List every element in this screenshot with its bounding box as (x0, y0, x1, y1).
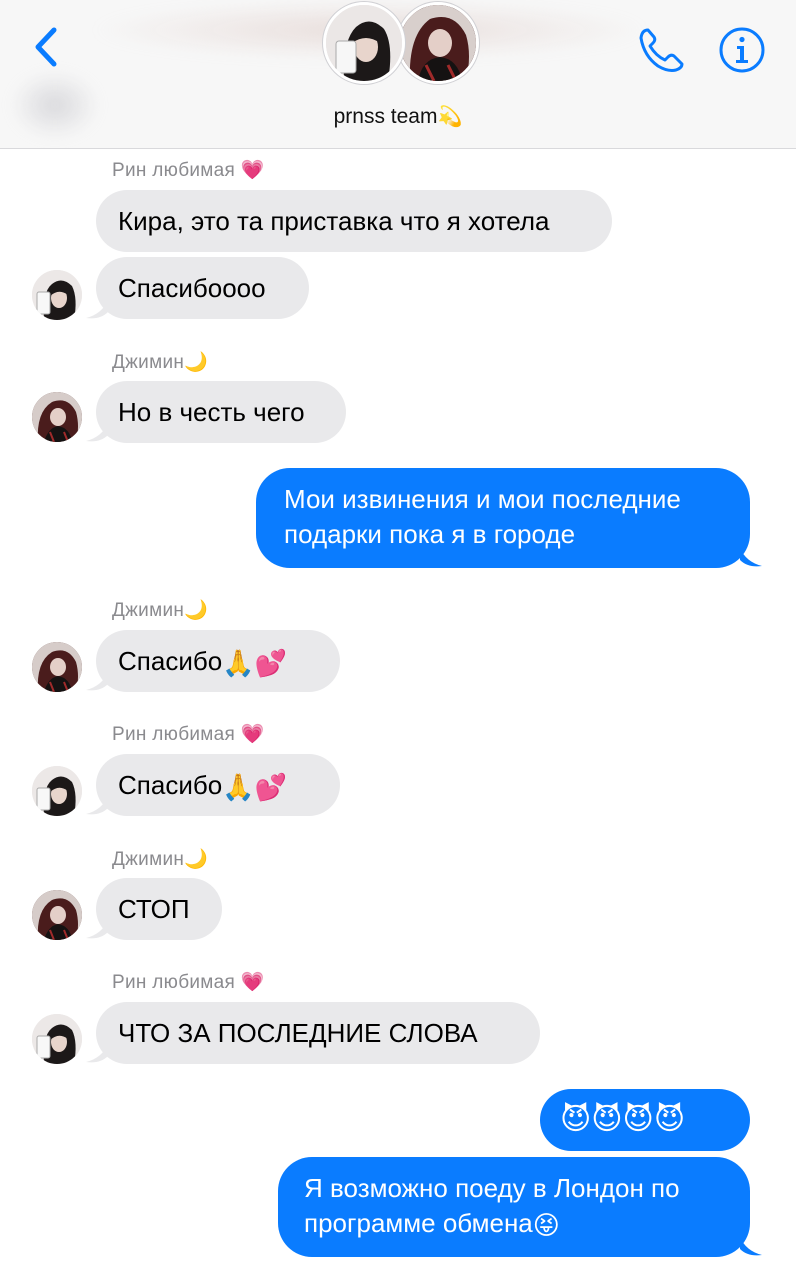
avatar[interactable] (32, 270, 82, 320)
avatar[interactable] (32, 890, 82, 940)
heart-emoji-icon: 💗 (240, 724, 265, 745)
sender-name: Рин любимая 💗 (112, 724, 265, 745)
squinting-tongue-emoji-icon: 😝 (532, 1209, 560, 1240)
chat-header: prnss team💫 (0, 0, 796, 149)
bubble-tail (740, 548, 762, 567)
avatar[interactable] (32, 642, 82, 692)
dizzy-emoji-icon: 💫 (437, 106, 463, 128)
heart-emoji-icon: 💗 (240, 972, 265, 993)
bubble-tail (740, 1237, 762, 1256)
heart-emoji-icon: 💗 (240, 160, 265, 181)
group-avatar-rin[interactable] (323, 2, 405, 84)
sender-name: Джимин🌙 (112, 849, 209, 870)
incoming-message[interactable]: Спасибоооо (96, 257, 309, 319)
sender-name: Рин любимая 💗 (112, 160, 265, 181)
sender-name: Рин любимая 💗 (112, 972, 265, 993)
folded-hands-emoji-icon: 🙏 (222, 648, 255, 679)
incoming-message[interactable]: Но в честь чего (96, 381, 346, 443)
crescent-moon-emoji-icon: 🌙 (184, 849, 209, 870)
crescent-moon-emoji-icon: 🌙 (184, 600, 209, 621)
info-icon[interactable] (718, 26, 766, 74)
sender-name: Джимин🌙 (112, 352, 209, 373)
incoming-message[interactable]: ЧТО ЗА ПОСЛЕДНИЕ СЛОВА (96, 1002, 540, 1064)
sender-name: Джимин🌙 (112, 600, 209, 621)
outgoing-message[interactable]: 😈😈😈😈 (540, 1089, 750, 1151)
incoming-message[interactable]: Спасибо🙏💕 (96, 630, 340, 692)
crescent-moon-emoji-icon: 🌙 (184, 352, 209, 373)
avatar[interactable] (32, 392, 82, 442)
chevron-left-icon[interactable] (30, 24, 64, 70)
folded-hands-emoji-icon: 🙏 (222, 772, 255, 803)
group-title[interactable]: prnss team💫 (0, 104, 796, 129)
incoming-message[interactable]: Спасибо🙏💕 (96, 754, 340, 816)
outgoing-message[interactable]: Мои извинения и мои последние подарки по… (256, 468, 750, 568)
avatar[interactable] (32, 766, 82, 816)
avatar[interactable] (32, 1014, 82, 1064)
two-hearts-emoji-icon: 💕 (254, 772, 287, 803)
group-avatar-jimin[interactable] (397, 2, 479, 84)
two-hearts-emoji-icon: 💕 (254, 648, 287, 679)
incoming-message[interactable]: Кира, это та приставка что я хотела (96, 190, 612, 252)
outgoing-message[interactable]: Я возможно поеду в Лондон по программе о… (278, 1157, 750, 1257)
smiling-imp-emoji-icon: 😈😈😈😈 (560, 1103, 686, 1136)
phone-icon[interactable] (636, 26, 686, 74)
incoming-message[interactable]: СТОП (96, 878, 222, 940)
